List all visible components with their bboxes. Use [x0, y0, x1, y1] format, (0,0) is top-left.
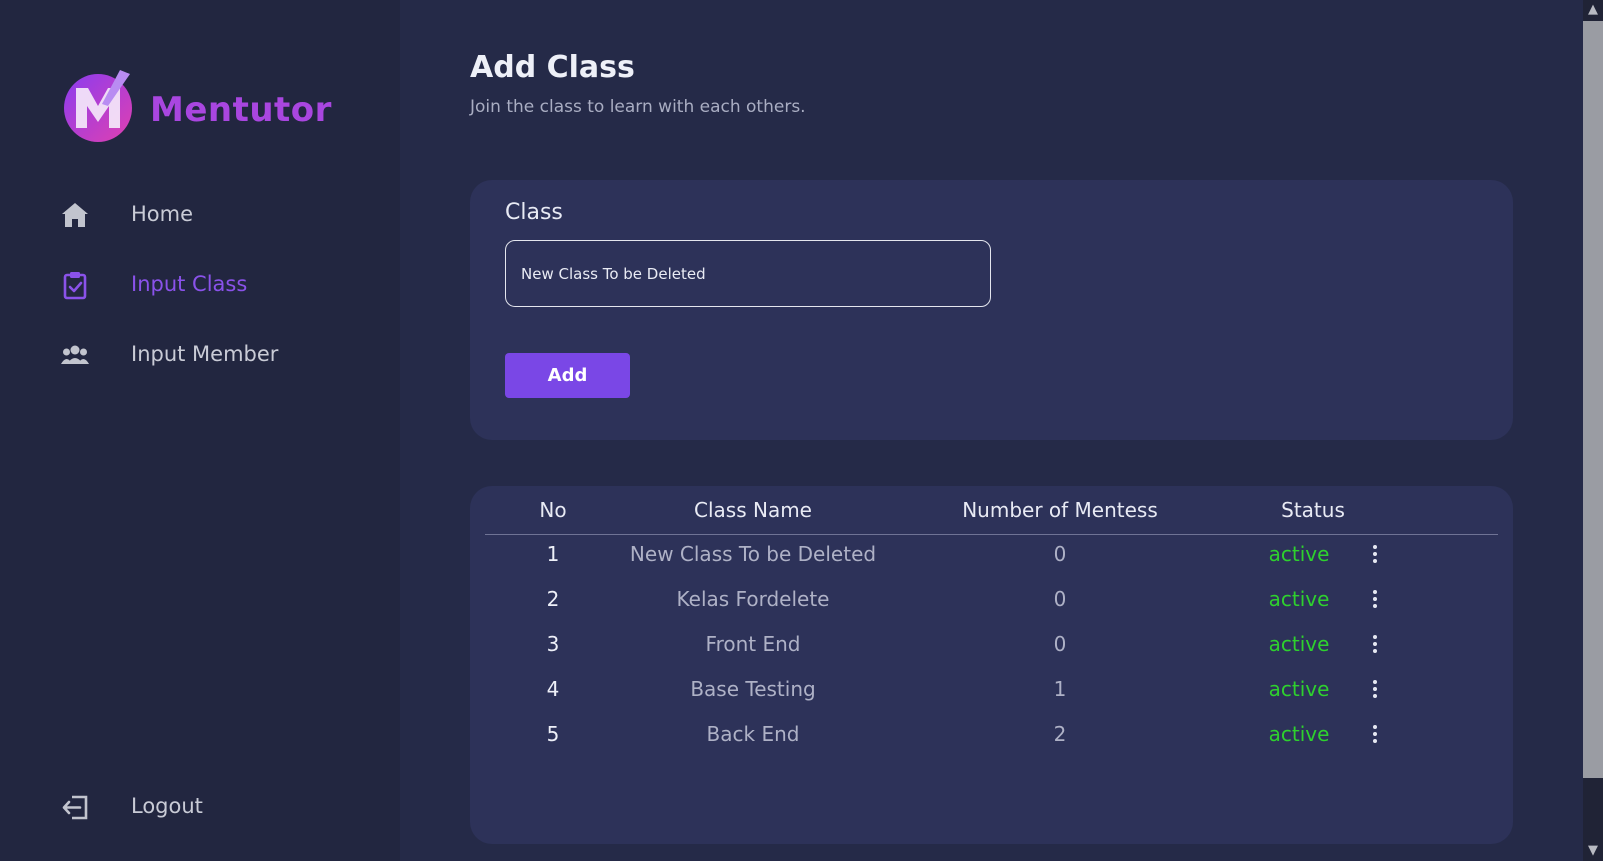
sidebar-item-label: Input Class — [131, 272, 248, 296]
row-mentee-count: 0 — [1053, 587, 1067, 611]
sidebar-item-label: Input Member — [131, 342, 279, 366]
kebab-menu-icon[interactable] — [1368, 677, 1382, 703]
sidebar-item-input-class[interactable]: Input Class — [60, 266, 360, 306]
page-title: Add Class — [470, 50, 635, 85]
row-number: 5 — [546, 722, 560, 746]
sidebar-item-input-member[interactable]: Input Member — [60, 336, 360, 376]
row-mentee-count: 2 — [1053, 722, 1067, 746]
logout-label: Logout — [131, 794, 203, 818]
row-status: active — [1268, 587, 1330, 611]
row-status: active — [1268, 722, 1330, 746]
add-button[interactable]: Add — [505, 353, 630, 398]
column-header-number-of-mentess: Number of Mentess — [962, 498, 1158, 522]
row-status: active — [1268, 632, 1330, 656]
page-scrollbar[interactable]: ▲ ▼ — [1583, 0, 1603, 861]
scroll-down-arrow-icon[interactable]: ▼ — [1583, 841, 1603, 861]
row-class-name: Base Testing — [690, 677, 816, 701]
kebab-menu-icon[interactable] — [1368, 587, 1382, 613]
row-number: 4 — [546, 677, 560, 701]
column-header-class-name: Class Name — [694, 498, 812, 522]
logout-icon — [62, 795, 88, 820]
scroll-up-arrow-icon[interactable]: ▲ — [1583, 0, 1603, 20]
clipboard-check-icon — [63, 272, 87, 300]
users-icon — [61, 345, 89, 364]
table-row: 2 Kelas Fordelete 0 active — [470, 587, 1513, 631]
kebab-menu-icon[interactable] — [1368, 542, 1382, 568]
kebab-menu-icon[interactable] — [1368, 722, 1382, 748]
row-class-name: New Class To be Deleted — [629, 542, 877, 566]
class-table: No Class Name Number of Mentess Status 1… — [470, 486, 1513, 844]
mentutor-logo-icon — [64, 70, 132, 142]
table-row: 3 Front End 0 active — [470, 632, 1513, 676]
sidebar: Mentutor Home Input Class Input Member L… — [0, 0, 400, 861]
row-class-name: Front End — [705, 632, 801, 656]
row-number: 3 — [546, 632, 560, 656]
row-status: active — [1268, 542, 1330, 566]
logout-button[interactable]: Logout — [60, 788, 360, 828]
home-icon — [62, 203, 88, 227]
add-class-form: Class Add — [470, 180, 1513, 440]
row-class-name: Back End — [706, 722, 800, 746]
kebab-menu-icon[interactable] — [1368, 632, 1382, 658]
row-mentee-count: 0 — [1053, 542, 1067, 566]
sidebar-item-label: Home — [131, 202, 194, 226]
table-row: 1 New Class To be Deleted 0 active — [470, 542, 1513, 586]
brand-logo[interactable]: Mentutor — [62, 58, 382, 142]
header-divider — [485, 534, 1498, 535]
brand-name: Mentutor — [150, 90, 332, 130]
row-number: 1 — [546, 542, 560, 566]
table-row: 5 Back End 2 active — [470, 722, 1513, 766]
row-status: active — [1268, 677, 1330, 701]
class-field-label: Class — [505, 200, 563, 225]
sidebar-item-home[interactable]: Home — [60, 196, 360, 236]
row-class-name: Kelas Fordelete — [676, 587, 830, 611]
page-subtitle: Join the class to learn with each others… — [470, 97, 806, 117]
scrollbar-thumb[interactable] — [1583, 21, 1603, 778]
table-row: 4 Base Testing 1 active — [470, 677, 1513, 721]
row-number: 2 — [546, 587, 560, 611]
row-mentee-count: 1 — [1053, 677, 1067, 701]
row-mentee-count: 0 — [1053, 632, 1067, 656]
column-header-no: No — [539, 498, 567, 522]
class-name-input[interactable] — [505, 240, 991, 307]
column-header-status: Status — [1281, 498, 1345, 522]
